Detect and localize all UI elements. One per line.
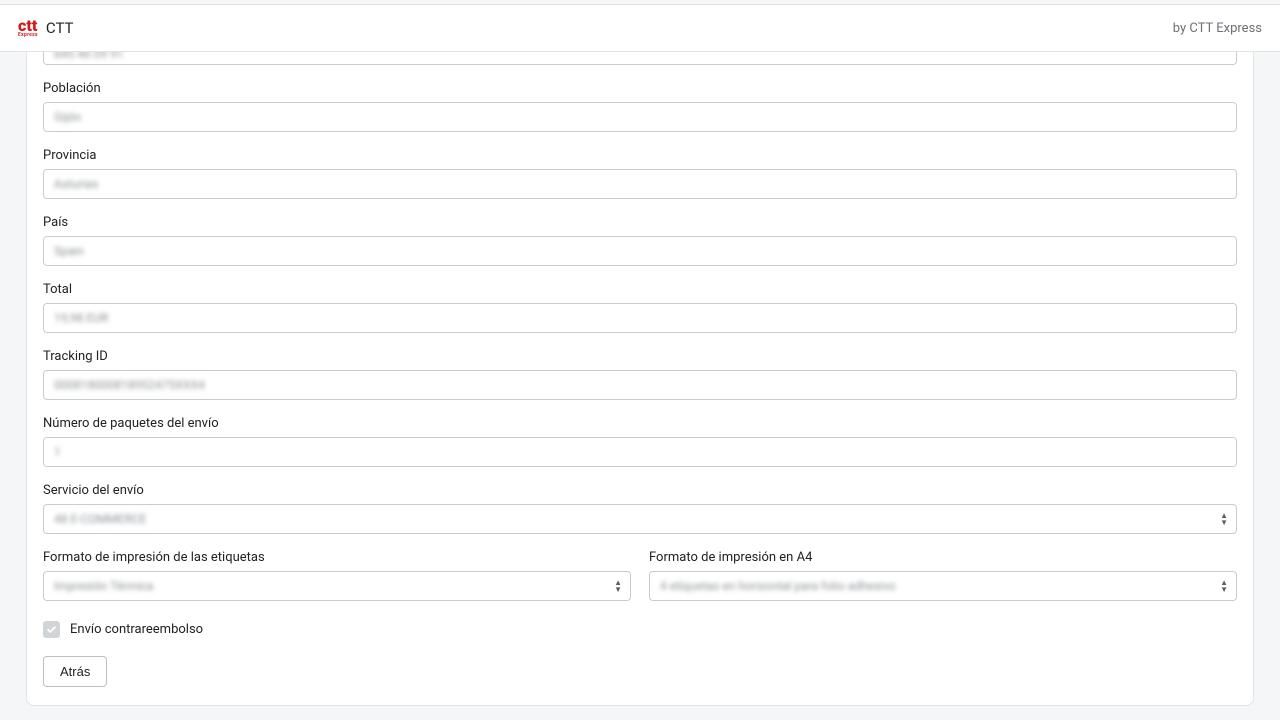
field-pais: País Spain — [43, 215, 1237, 266]
value-pais: Spain — [54, 244, 84, 258]
logo-icon: ctt Express — [18, 18, 38, 38]
value-formato-a4: 4 etiquetas en horizontal para folio adh… — [660, 579, 896, 593]
value-total: 19,98 EUR — [54, 311, 108, 325]
logo-subtext: Express — [18, 33, 38, 38]
chevron-updown-icon: ▲▼ — [1220, 579, 1228, 593]
label-pais: País — [43, 215, 1237, 230]
input-poblacion[interactable]: Gijón — [43, 102, 1237, 132]
label-servicio: Servicio del envío — [43, 483, 1237, 498]
value-formato-etiquetas: Impresión Térmica — [54, 579, 153, 593]
field-formato-etiquetas: Formato de impresión de las etiquetas Im… — [43, 550, 631, 601]
label-formato-etiquetas: Formato de impresión de las etiquetas — [43, 550, 631, 565]
select-formato-etiquetas[interactable]: Impresión Térmica ▲▼ — [43, 571, 631, 601]
top-bar: ctt Express CTT by CTT Express — [0, 4, 1280, 52]
field-tracking: Tracking ID 000818000818952475XXX4 — [43, 349, 1237, 400]
field-truncated: 645 46 09 91 — [43, 52, 1237, 65]
field-servicio: Servicio del envío 48 E-COMMERCE ▲▼ — [43, 483, 1237, 534]
input-total[interactable]: 19,98 EUR — [43, 303, 1237, 333]
select-servicio[interactable]: 48 E-COMMERCE ▲▼ — [43, 504, 1237, 534]
input-truncated[interactable]: 645 46 09 91 — [43, 52, 1237, 65]
chevron-updown-icon: ▲▼ — [1220, 512, 1228, 526]
content: 645 46 09 91 Población Gijón Provincia A… — [0, 52, 1280, 720]
back-button[interactable]: Atrás — [43, 656, 107, 687]
label-total: Total — [43, 282, 1237, 297]
brand: ctt Express CTT — [18, 18, 73, 38]
field-paquetes: Número de paquetes del envío 1 — [43, 416, 1237, 467]
check-icon — [46, 624, 57, 635]
value-poblacion: Gijón — [54, 110, 81, 124]
field-poblacion: Población Gijón — [43, 81, 1237, 132]
app-title: CTT — [46, 19, 74, 37]
field-total: Total 19,98 EUR — [43, 282, 1237, 333]
label-poblacion: Población — [43, 81, 1237, 96]
checkbox-contrareembolso[interactable] — [43, 621, 60, 638]
field-formato-a4: Formato de impresión en A4 4 etiquetas e… — [649, 550, 1237, 601]
label-contrareembolso: Envío contrareembolso — [70, 622, 203, 637]
input-pais[interactable]: Spain — [43, 236, 1237, 266]
chevron-updown-icon: ▲▼ — [614, 579, 622, 593]
value-provincia: Asturias — [54, 177, 98, 191]
form-card: 645 46 09 91 Población Gijón Provincia A… — [26, 52, 1254, 706]
input-truncated-value: 645 46 09 91 — [54, 52, 124, 61]
select-formato-a4[interactable]: 4 etiquetas en horizontal para folio adh… — [649, 571, 1237, 601]
input-tracking[interactable]: 000818000818952475XXX4 — [43, 370, 1237, 400]
input-paquetes[interactable]: 1 — [43, 437, 1237, 467]
label-paquetes: Número de paquetes del envío — [43, 416, 1237, 431]
label-provincia: Provincia — [43, 148, 1237, 163]
value-paquetes: 1 — [54, 445, 61, 459]
input-provincia[interactable]: Asturias — [43, 169, 1237, 199]
byline: by CTT Express — [1173, 21, 1262, 36]
label-tracking: Tracking ID — [43, 349, 1237, 364]
checkbox-row-contrareembolso: Envío contrareembolso — [43, 621, 1237, 638]
value-servicio: 48 E-COMMERCE — [54, 512, 146, 526]
back-button-label: Atrás — [60, 664, 90, 679]
value-tracking: 000818000818952475XXX4 — [54, 378, 205, 392]
field-provincia: Provincia Asturias — [43, 148, 1237, 199]
label-formato-a4: Formato de impresión en A4 — [649, 550, 1237, 565]
